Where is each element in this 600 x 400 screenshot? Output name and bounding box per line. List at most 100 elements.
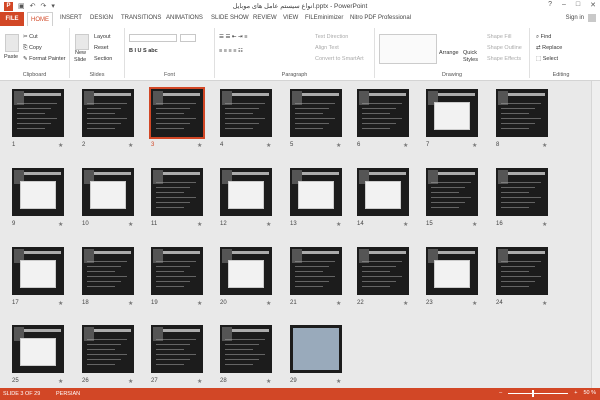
slide-thumbnail[interactable]: [357, 89, 409, 137]
slide-thumbnail[interactable]: [149, 87, 205, 139]
animation-star-icon[interactable]: ★: [58, 142, 63, 149]
animation-star-icon[interactable]: ★: [403, 300, 408, 307]
animation-star-icon[interactable]: ★: [542, 221, 547, 228]
slide-thumbnail[interactable]: [220, 168, 272, 216]
tab-transitions[interactable]: TRANSITIONS: [121, 15, 161, 21]
shape-outline-button[interactable]: Shape Outline: [487, 45, 522, 51]
slide-thumbnail[interactable]: [290, 247, 342, 295]
animation-star-icon[interactable]: ★: [128, 300, 133, 307]
maximize-icon[interactable]: □: [576, 1, 580, 9]
animation-star-icon[interactable]: ★: [197, 378, 202, 385]
animation-star-icon[interactable]: ★: [58, 300, 63, 307]
slide-thumbnail[interactable]: [82, 247, 134, 295]
animation-star-icon[interactable]: ★: [197, 300, 202, 307]
animation-star-icon[interactable]: ★: [266, 142, 271, 149]
tab-nitro-pdf[interactable]: Nitro PDF Professional: [350, 15, 411, 21]
new-slide-button[interactable]: New: [75, 50, 86, 56]
font-size-input[interactable]: [180, 34, 196, 42]
animation-star-icon[interactable]: ★: [403, 221, 408, 228]
find-button[interactable]: ⌕ Find: [536, 34, 551, 41]
reset-button[interactable]: Reset: [94, 45, 108, 51]
close-icon[interactable]: ✕: [590, 1, 596, 9]
layout-button[interactable]: Layout: [94, 34, 111, 40]
slide-thumbnail[interactable]: [290, 325, 342, 373]
slide-thumbnail[interactable]: [357, 168, 409, 216]
zoom-out-button[interactable]: –: [499, 390, 502, 396]
arrange-button[interactable]: Arrange: [439, 50, 459, 56]
shapes-gallery[interactable]: [379, 34, 437, 64]
animation-star-icon[interactable]: ★: [403, 142, 408, 149]
animation-star-icon[interactable]: ★: [58, 221, 63, 228]
animation-star-icon[interactable]: ★: [542, 300, 547, 307]
tab-file[interactable]: FILE: [0, 12, 24, 26]
vertical-scrollbar[interactable]: [591, 81, 600, 388]
avatar[interactable]: [588, 14, 596, 22]
cut-button[interactable]: ✂ Cut: [23, 34, 38, 40]
animation-star-icon[interactable]: ★: [336, 300, 341, 307]
paste-icon[interactable]: [5, 34, 19, 52]
align-buttons[interactable]: ≡ ≡ ≡ ≡ ☷: [219, 48, 243, 54]
slide-thumbnail[interactable]: [12, 325, 64, 373]
shape-effects-button[interactable]: Shape Effects: [487, 56, 521, 62]
slide-thumbnail[interactable]: [357, 247, 409, 295]
minimize-icon[interactable]: –: [562, 1, 566, 9]
font-format-buttons[interactable]: B I U S abc: [129, 48, 158, 54]
animation-star-icon[interactable]: ★: [336, 221, 341, 228]
format-painter-button[interactable]: ✎ Format Painter: [23, 56, 66, 62]
tab-view[interactable]: VIEW: [283, 15, 298, 21]
zoom-knob[interactable]: [532, 389, 535, 397]
convert-smartart-button[interactable]: Convert to SmartArt: [315, 56, 364, 62]
slide-thumbnail[interactable]: [496, 89, 548, 137]
slide-thumbnail[interactable]: [151, 247, 203, 295]
animation-star-icon[interactable]: ★: [472, 300, 477, 307]
shape-fill-button[interactable]: Shape Fill: [487, 34, 511, 40]
slide-thumbnail[interactable]: [496, 168, 548, 216]
sign-in-link[interactable]: Sign in: [566, 15, 584, 21]
animation-star-icon[interactable]: ★: [266, 221, 271, 228]
zoom-in-button[interactable]: +: [574, 390, 577, 396]
slide-thumbnail[interactable]: [220, 325, 272, 373]
slide-thumbnail[interactable]: [426, 247, 478, 295]
animation-star-icon[interactable]: ★: [197, 221, 202, 228]
replace-button[interactable]: ⇄ Replace: [536, 45, 562, 51]
quick-styles-button[interactable]: Quick: [463, 50, 477, 56]
tab-home[interactable]: HOME: [27, 12, 53, 26]
animation-star-icon[interactable]: ★: [128, 221, 133, 228]
tab-design[interactable]: DESIGN: [90, 15, 113, 21]
animation-star-icon[interactable]: ★: [472, 142, 477, 149]
slide-thumbnail[interactable]: [426, 168, 478, 216]
section-button[interactable]: Section: [94, 56, 112, 62]
tab-fileminimizer[interactable]: FILEminimizer: [305, 15, 343, 21]
tab-insert[interactable]: INSERT: [60, 15, 82, 21]
slide-thumbnail[interactable]: [426, 89, 478, 137]
animation-star-icon[interactable]: ★: [197, 142, 202, 149]
animation-star-icon[interactable]: ★: [266, 300, 271, 307]
font-name-input[interactable]: [129, 34, 177, 42]
text-direction-button[interactable]: Text Direction: [315, 34, 348, 40]
copy-button[interactable]: ⎘ Copy: [23, 45, 42, 52]
slide-thumbnail[interactable]: [82, 89, 134, 137]
slide-thumbnail[interactable]: [220, 247, 272, 295]
zoom-level[interactable]: 50 %: [583, 390, 596, 396]
animation-star-icon[interactable]: ★: [472, 221, 477, 228]
animation-star-icon[interactable]: ★: [128, 378, 133, 385]
new-slide-label[interactable]: Slide: [74, 57, 86, 63]
animation-star-icon[interactable]: ★: [336, 378, 341, 385]
slide-thumbnail[interactable]: [82, 168, 134, 216]
language-indicator[interactable]: PERSIAN: [56, 391, 80, 397]
slide-thumbnail[interactable]: [12, 89, 64, 137]
slide-thumbnail[interactable]: [12, 247, 64, 295]
animation-star-icon[interactable]: ★: [128, 142, 133, 149]
animation-star-icon[interactable]: ★: [336, 142, 341, 149]
slide-thumbnail[interactable]: [12, 168, 64, 216]
help-icon[interactable]: ?: [548, 1, 552, 9]
slide-thumbnail[interactable]: [151, 168, 203, 216]
slide-thumbnail[interactable]: [220, 89, 272, 137]
tab-review[interactable]: REVIEW: [253, 15, 277, 21]
animation-star-icon[interactable]: ★: [58, 378, 63, 385]
align-text-button[interactable]: Align Text: [315, 45, 339, 51]
tab-animations[interactable]: ANIMATIONS: [166, 15, 203, 21]
slide-thumbnail[interactable]: [290, 89, 342, 137]
paste-button[interactable]: Paste: [4, 54, 18, 60]
animation-star-icon[interactable]: ★: [266, 378, 271, 385]
